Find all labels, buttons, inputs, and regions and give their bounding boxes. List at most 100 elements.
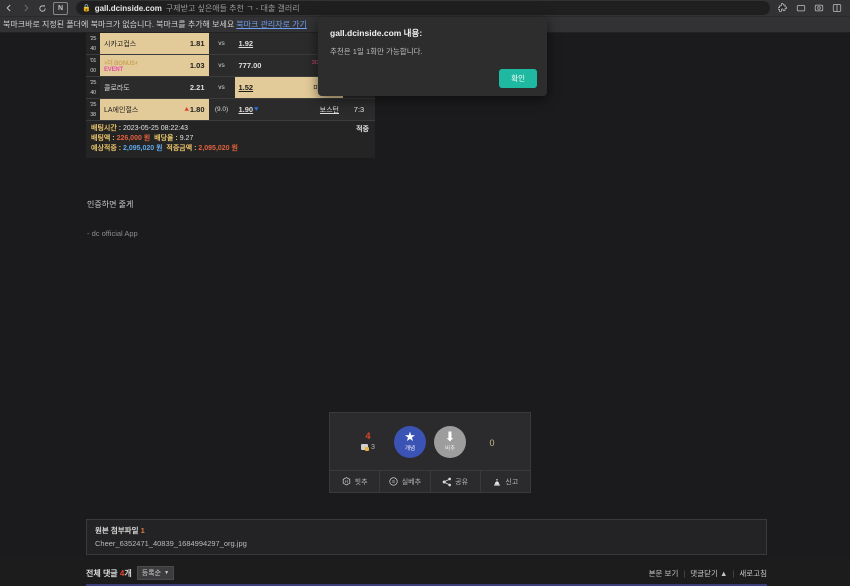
bookmarks-empty-message: 북마크바로 지정된 폴더에 북마크가 없습니다. 북마크를 추가해 보세요 [3, 20, 235, 29]
cast-icon[interactable] [810, 0, 828, 17]
address-bar[interactable]: 🔒 gall.dcinside.com 구제받고 싶은애들 추천 ㄱ - 대출 … [76, 1, 770, 15]
bet-amount-value: 226,000 원 [116, 135, 151, 142]
dialog-title: gall.dcinside.com 내용: [330, 28, 423, 38]
split-view-icon[interactable] [828, 0, 846, 17]
recommend-sub-count-group: 3 [361, 443, 375, 452]
bet-team-name: 콜로라도 [104, 84, 130, 92]
comments-sort-value: 등록순 [141, 570, 162, 577]
bet-odds: 2.21 [189, 83, 205, 92]
bet-odds: 1.90 [238, 104, 254, 114]
close-comments-button[interactable]: 댓글닫기 ▲ [690, 568, 727, 579]
recommend-buttons-row: 4 3 ★ 개념 ⬇ 비추 0 [330, 413, 530, 470]
close-comments-label: 댓글닫기 [690, 568, 718, 578]
hit-recommend-label: 힛추 [354, 478, 368, 486]
silver-recommend-label: 실베추 [401, 478, 422, 486]
report-label: 신고 [505, 478, 519, 486]
bet-time-value: 2023-05-25 08:22:43 [123, 125, 188, 132]
report-button[interactable]: 신고 [481, 471, 530, 492]
attachment-title-text: 원본 첨부파일 [95, 526, 139, 535]
bet-odds: 1.52 [238, 83, 254, 92]
bookmark-manager-link[interactable]: 북마크 관리자로 가기 [236, 19, 307, 30]
svg-text:S: S [392, 479, 395, 484]
address-bar-host: gall.dcinside.com [94, 3, 162, 13]
comments-count-label: 전체 댓글 4개 [86, 568, 132, 579]
bet-row-time: '25 40 [86, 33, 100, 54]
recommend-up-count: 4 [365, 430, 371, 441]
bet-left-option: 콜로라도 2.21 [100, 77, 209, 98]
share-button[interactable]: 공유 [431, 471, 481, 492]
comments-count-prefix: 전체 댓글 [86, 568, 118, 578]
attachment-filename[interactable]: Cheer_6352471_40839_1684994297_org.jpg [95, 539, 758, 548]
bet-odds: 1.81 [189, 39, 205, 48]
bet-odds: 1.03 [189, 61, 205, 70]
recommend-widget: 4 3 ★ 개념 ⬇ 비추 0 H 힛추 S 실베추 공유 신고 [329, 412, 531, 493]
bet-odds: 777.00 [238, 61, 262, 70]
bet-row-time: '01 00 [86, 55, 100, 76]
recommend-up-button[interactable]: ★ 개념 [394, 425, 426, 458]
dialog-ok-button[interactable]: 확인 [499, 69, 537, 88]
recommend-sub-count: 3 [371, 443, 375, 451]
bet-hit-amount-label: 적중금액 : [166, 145, 197, 152]
bet-odds: 1.80 [189, 104, 205, 114]
separator: | [732, 568, 735, 578]
comments-sort-dropdown[interactable]: 등록순 ▼ [136, 566, 175, 580]
bet-odds-with-arrow: ⯅1.80 [183, 105, 204, 115]
bet-team-name: LA에인절스 [104, 106, 139, 114]
new-tab-icon[interactable] [792, 0, 810, 17]
recommend-down-button[interactable]: ⬇ 비추 [434, 425, 466, 458]
bet-team-name: 시카고컵스 [104, 40, 137, 48]
bet-vs-label: vs [208, 33, 235, 54]
arrow-down-icon: ⬇ [444, 429, 456, 444]
bet-hit-amount-value: 2,095,020 원 [198, 145, 238, 152]
back-arrow-icon[interactable] [0, 0, 17, 17]
bet-row-time: '25 38 [86, 99, 100, 120]
star-icon: ★ [404, 429, 416, 444]
lock-icon: 🔒 [82, 5, 91, 12]
page-content: '25 40 시카고컵스 1.81 vs 1.92 뉴 '01 00 +더 BO [0, 33, 850, 586]
separator: | [683, 568, 686, 578]
bet-left-option: LA에인절스 ⯅1.80 [100, 99, 209, 120]
bet-amount-label: 배팅액 : [91, 135, 115, 142]
siren-icon [492, 477, 502, 487]
chevron-up-icon: ▲ [720, 568, 728, 578]
bet-score: 7:3 [343, 99, 375, 120]
bet-row: '25 38 LA에인절스 ⯅1.80 (9.0) 1.90⯆ 보스턴 7:3 [86, 99, 375, 121]
bonus-line-2: EVENT [104, 67, 124, 73]
attachment-count: 1 [140, 526, 145, 535]
address-bar-page-title: 구제받고 싶은애들 추천 ㄱ - 대출 갤러리 [165, 3, 300, 13]
javascript-alert-dialog: gall.dcinside.com 내용: 추천은 1일 1회만 가능합니다. … [318, 17, 547, 96]
bet-odds-with-arrow: 1.90⯆ [239, 105, 260, 115]
comments-header: 전체 댓글 4개 등록순 ▼ 본문 보기 | 댓글닫기 ▲ | 새로고침 [86, 564, 767, 582]
bet-vs-label: vs [208, 55, 235, 76]
share-label: 공유 [455, 478, 469, 486]
extension-n-icon[interactable]: N [53, 1, 68, 15]
bet-rate-label: 배당율 : [154, 135, 178, 142]
bet-summary-time-line: 배팅시간 : 2023-05-25 08:22:43 [91, 124, 370, 134]
share-icon [442, 477, 452, 487]
svg-text:H: H [345, 479, 348, 484]
post-body: 인증하면 줄게 - dc official App [87, 199, 138, 238]
attachment-title: 원본 첨부파일 1 [95, 525, 758, 536]
bet-vs-label: vs [208, 77, 235, 98]
recommend-down-label: 비추 [444, 446, 456, 452]
reload-icon[interactable] [34, 0, 51, 17]
silver-recommend-button[interactable]: S 실베추 [380, 471, 431, 492]
image-thumbnail-icon [361, 444, 370, 451]
bet-right-option: 1.90⯆ 보스턴 [235, 99, 344, 120]
bet-summary: 배팅시간 : 2023-05-25 08:22:43 배팅액 : 226,000… [86, 121, 375, 158]
comments-actions: 본문 보기 | 댓글닫기 ▲ | 새로고침 [649, 568, 767, 579]
forward-arrow-icon [17, 0, 34, 17]
bet-left-option: +더 BONUS+ EVENT 1.03 [100, 55, 209, 76]
bet-summary-amount-line: 배팅액 : 226,000 원 배당율 : 9.27 [91, 134, 370, 144]
silver-badge-icon: S [389, 477, 399, 487]
refresh-comments-button[interactable]: 새로고침 [739, 568, 767, 579]
bet-row-time: '25 40 [86, 77, 100, 98]
puzzle-extension-icon[interactable] [774, 0, 792, 17]
post-body-line: 인증하면 줄게 [87, 200, 134, 209]
comments-count-group: 전체 댓글 4개 등록순 ▼ [86, 566, 175, 580]
recommend-up-label: 개념 [404, 446, 416, 452]
view-post-button[interactable]: 본문 보기 [649, 568, 679, 579]
bet-bonus-banner: +더 BONUS+ EVENT [104, 58, 138, 73]
hit-recommend-button[interactable]: H 힛추 [330, 471, 381, 492]
bet-summary-payout-line: 예상적중 : 2,095,020 원 적중금액 : 2,095,020 원 [91, 144, 370, 154]
